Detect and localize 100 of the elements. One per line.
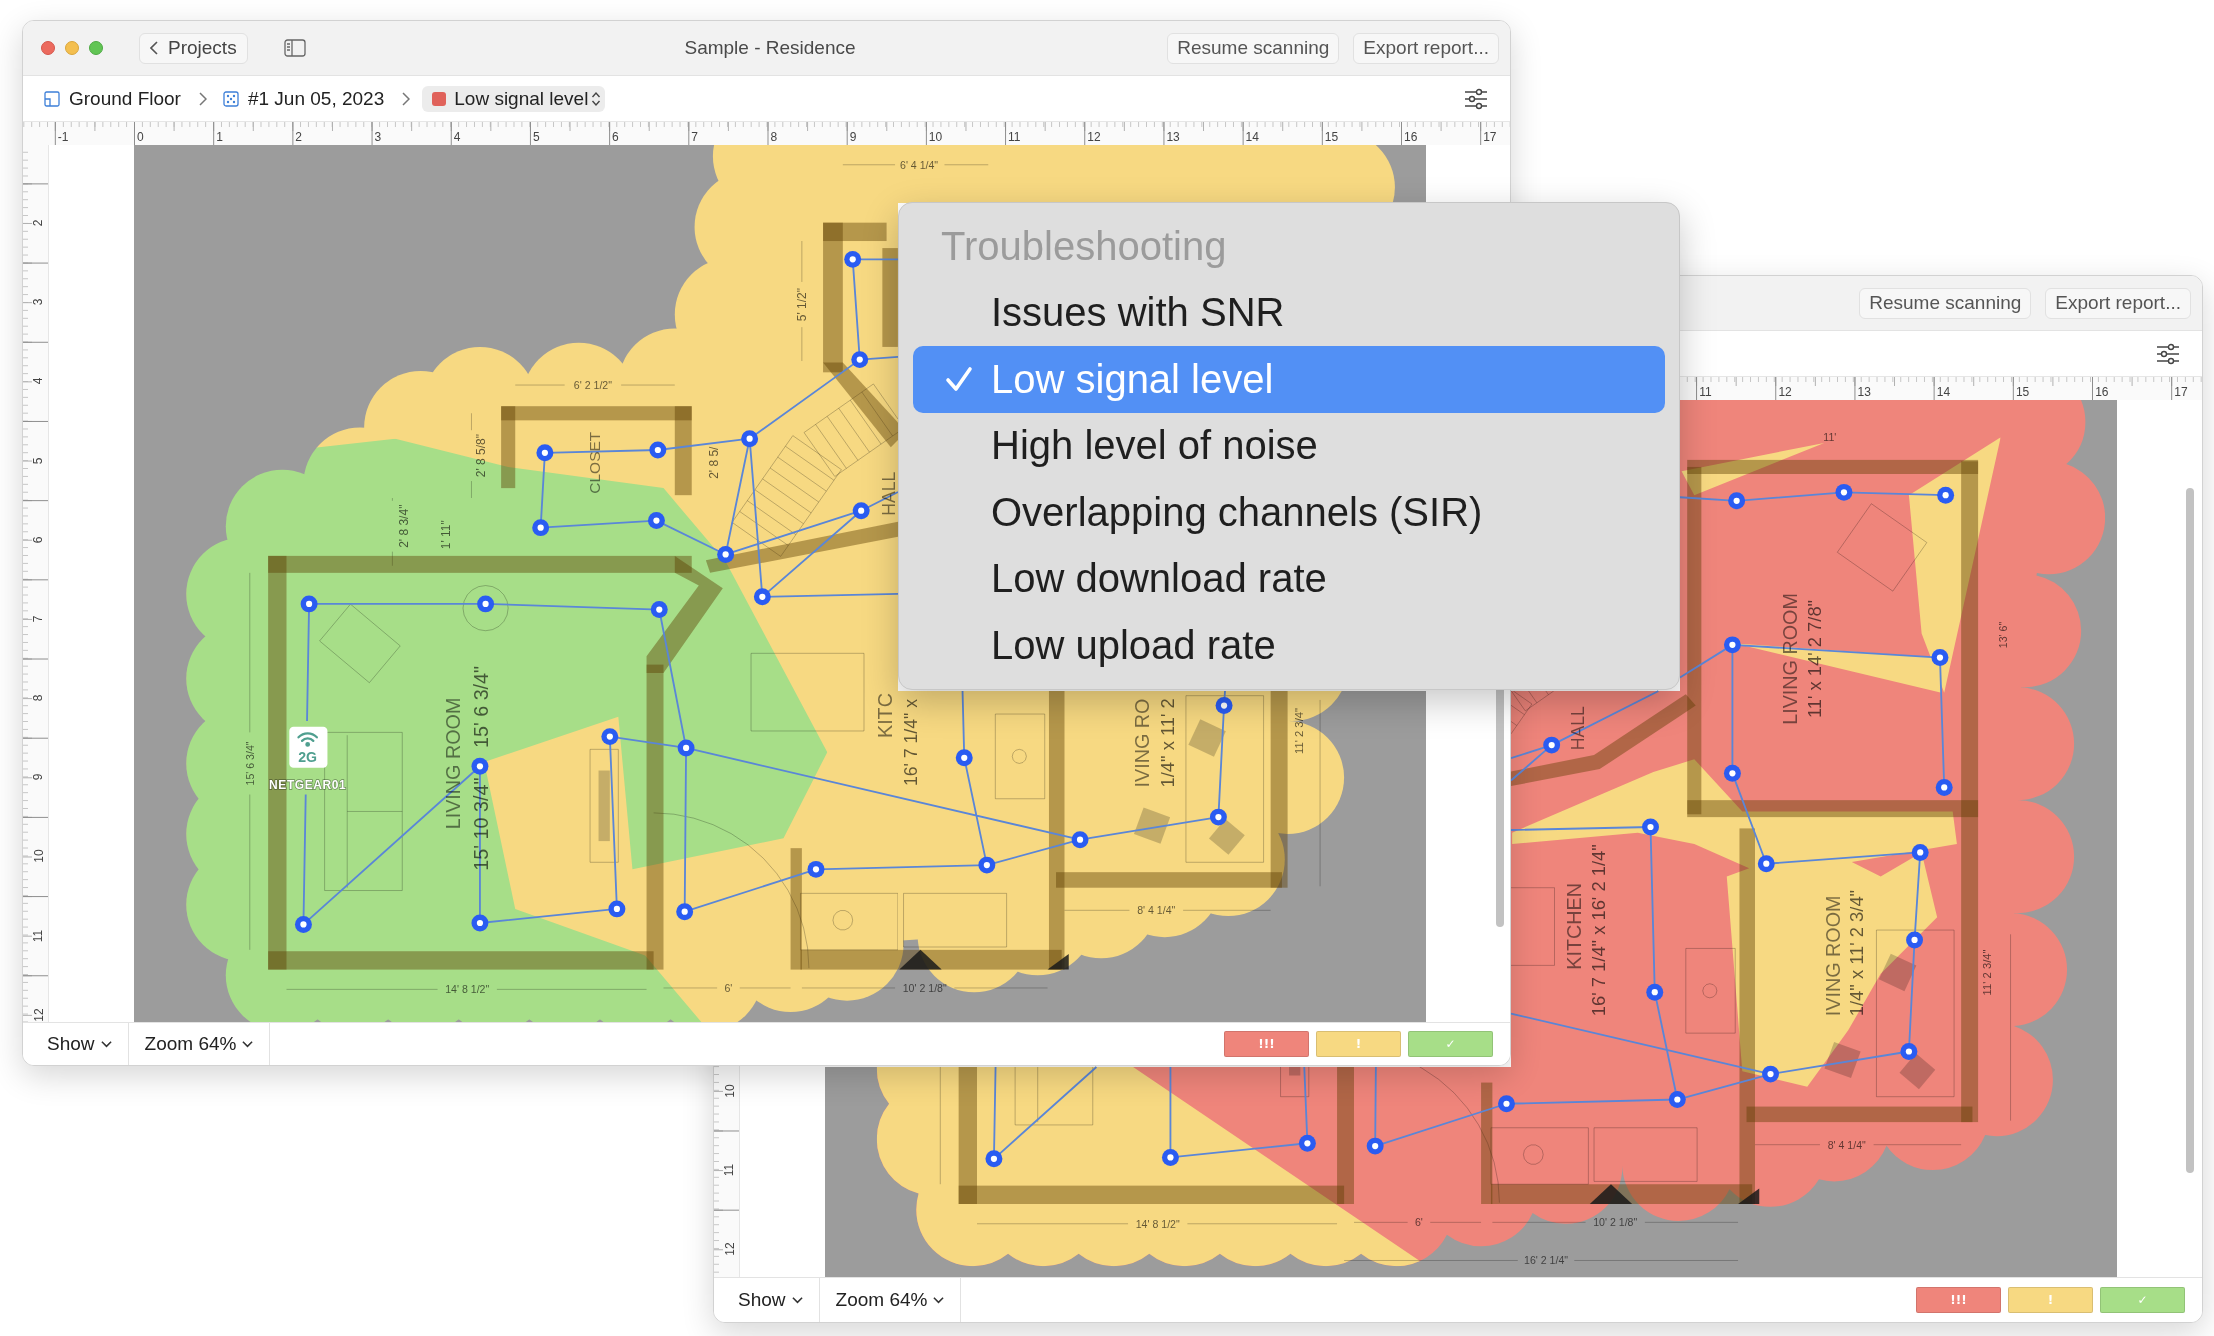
measurement-point-icon [1723, 764, 1741, 782]
measurement-point-icon [741, 430, 759, 448]
zoom-button[interactable] [89, 41, 103, 55]
dimension-label: 15' 6 3/4" [243, 741, 256, 786]
updown-chevron-icon [591, 90, 602, 107]
ruler-label: 10 [928, 131, 943, 143]
ruler-label: 12 [1778, 386, 1792, 398]
room-label: LIVING ROOM [442, 697, 465, 830]
measurement-point-icon [844, 250, 862, 268]
ruler-label: 14 [1245, 131, 1259, 143]
measurement-point-icon [852, 502, 870, 520]
dimension-label: 11' 2 3/4" [1292, 707, 1305, 755]
measurement-point-icon [1498, 1095, 1515, 1113]
measurement-point-icon [649, 441, 667, 459]
menu-item[interactable]: Low upload rate [913, 612, 1665, 679]
measurement-point-icon [300, 595, 318, 613]
ruler-label: 11 [1699, 386, 1712, 398]
room-label: KITC [874, 693, 897, 739]
dimension-label: 16' 2 1/4" [1524, 1254, 1569, 1267]
chevron-down-icon [242, 1040, 254, 1048]
chevron-down-icon [100, 1040, 112, 1048]
cushion [1878, 953, 1917, 992]
view-popup-button[interactable]: Low signal level [422, 85, 606, 112]
zoom-menu-button[interactable]: Zoom 64% [833, 1278, 947, 1322]
scrollbar-thumb[interactable] [2186, 488, 2194, 1173]
triangle-marker-icon [1589, 1184, 1633, 1204]
measurement-point-icon [532, 519, 550, 537]
room-label: LIVING ROOM [1779, 593, 1802, 725]
room-label: HALL [1568, 706, 1589, 751]
measurement-point-icon [1911, 843, 1929, 861]
television [598, 770, 610, 842]
room-label: IVING RO [1131, 698, 1154, 788]
window-title: Sample - Residence [684, 37, 856, 59]
chevron-right-icon [198, 91, 207, 106]
measurement-point-icon [1161, 1148, 1179, 1166]
ruler-label: 1 [216, 131, 223, 143]
show-menu-button[interactable]: Show [45, 1023, 114, 1065]
room-label: CLOSET [585, 431, 603, 494]
ruler-label: 7 [691, 131, 698, 143]
measurement-point-icon [608, 900, 626, 918]
sliders-icon[interactable] [1464, 87, 1488, 110]
ruler-label: 17 [2174, 386, 2188, 398]
close-button[interactable] [41, 41, 55, 55]
ruler-label: 2 [32, 219, 45, 227]
dimension-label: 8' 4 1/4" [1827, 1138, 1866, 1151]
triangle-marker-icon [899, 949, 942, 970]
measurement-point-icon [1668, 1091, 1686, 1108]
measurement-point-icon [978, 856, 996, 874]
menu-item[interactable]: Issues with SNR [913, 279, 1665, 346]
ruler-label: 11 [723, 1163, 736, 1177]
menu-item[interactable]: Overlapping channels (SIR) [913, 479, 1665, 546]
zoom-menu-button[interactable]: Zoom 64% [142, 1023, 256, 1065]
sidebar-icon[interactable] [283, 39, 306, 57]
ruler-label: -1 [57, 131, 69, 143]
dimension-label: 15' 6 3/4" [470, 665, 493, 749]
toolbar-button[interactable]: Export report... [2045, 287, 2191, 319]
measurement-point-icon [1900, 1043, 1918, 1060]
measurement-point-icon [1215, 697, 1233, 715]
breadcrumb-item[interactable]: #1 Jun 05, 2023 [222, 85, 385, 112]
measurement-point-icon [601, 728, 619, 746]
ruler-label: 11 [32, 929, 45, 942]
sliders-icon[interactable] [2156, 342, 2180, 365]
measurement-point-icon [1298, 1134, 1316, 1152]
floor-plan-icon [44, 90, 60, 107]
toolbar-button[interactable]: Resume scanning [1859, 287, 2032, 319]
show-menu-button[interactable]: Show [736, 1278, 805, 1322]
ruler-label: 15 [1324, 131, 1339, 143]
measurement-point-icon [1723, 636, 1741, 654]
back-button[interactable]: Projects [139, 32, 248, 64]
ruler-label: 8 [770, 131, 778, 143]
dimension-label: 16' 7 1/4" x [900, 699, 921, 787]
minimize-button[interactable] [65, 41, 79, 55]
menu-header: Troubleshooting [940, 222, 1228, 270]
measurement-point-icon [1642, 818, 1659, 836]
dice-icon [222, 90, 239, 107]
measurement-point-icon [851, 351, 869, 369]
room-label: IVING ROOM [1821, 895, 1844, 1017]
dimension-label: 1/4" x 11' 2 [1157, 698, 1179, 788]
measurement-point-icon [955, 749, 973, 767]
ruler-label: 7 [32, 615, 45, 623]
ruler-label: 12 [32, 1008, 45, 1022]
ruler-label: 6 [612, 131, 619, 143]
dimension-label: 14' 8 1/2" [445, 983, 490, 996]
ruler-label: 16 [2095, 386, 2109, 398]
ruler-label: 16 [1404, 131, 1418, 143]
measurement-point-icon [753, 588, 771, 606]
checkmark-icon [945, 366, 973, 393]
measurement-point-icon [1366, 1137, 1384, 1155]
ruler-label: 9 [32, 773, 45, 781]
cushion [1209, 818, 1245, 855]
breadcrumb-item[interactable]: Ground Floor [44, 85, 181, 112]
ruler-label: 10 [723, 1084, 736, 1098]
measurement-point-icon [1757, 855, 1775, 873]
television [1289, 1067, 1301, 1076]
menu-item[interactable]: High level of noise [913, 412, 1665, 479]
menu-item[interactable]: Low download rate [913, 545, 1665, 612]
toolbar-button[interactable]: Resume scanning [1167, 32, 1340, 64]
dimension-label: 5' 1/2" [794, 287, 809, 322]
measurement-point-icon [677, 739, 695, 757]
toolbar-button[interactable]: Export report... [1353, 32, 1499, 64]
